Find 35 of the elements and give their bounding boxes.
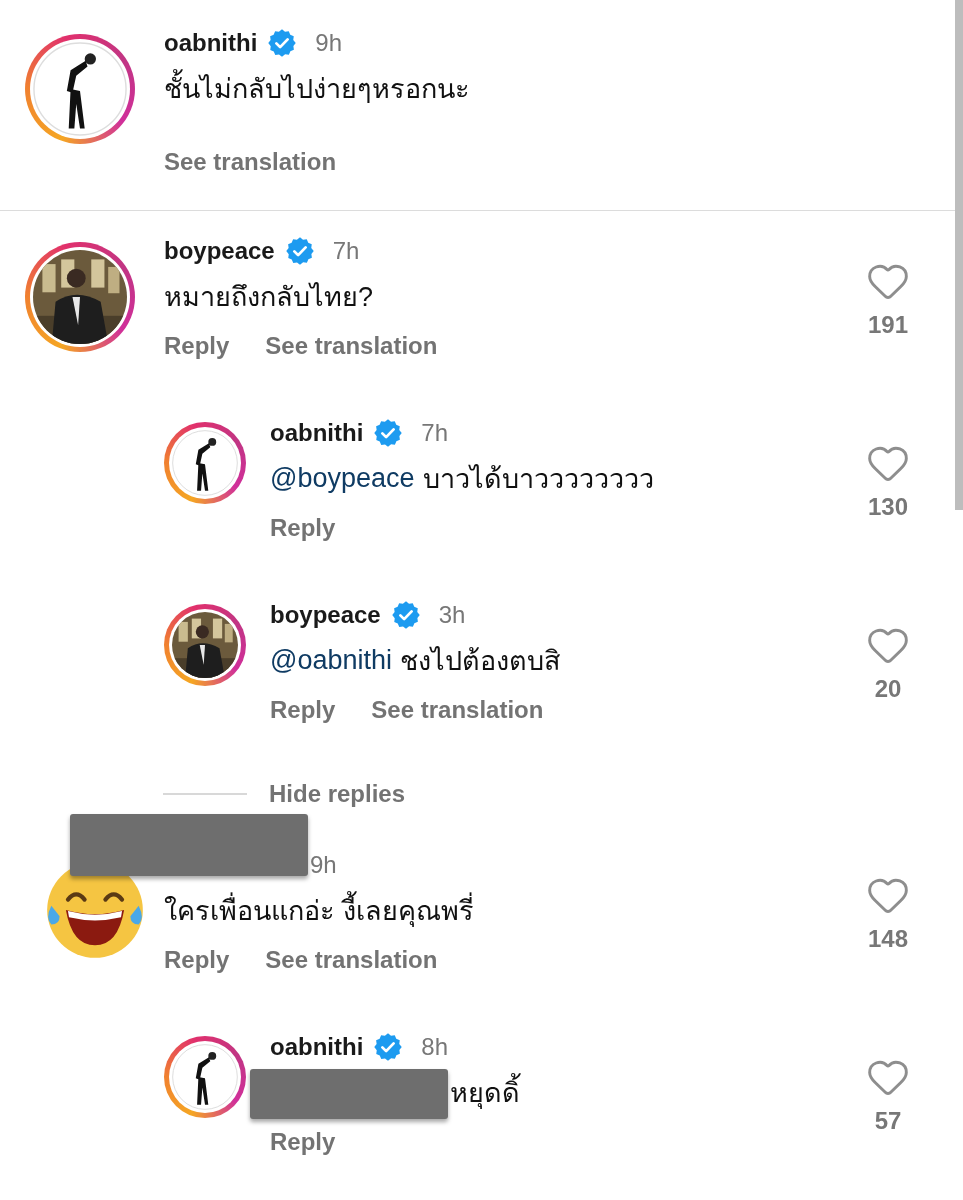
- username[interactable]: boypeace: [270, 601, 381, 629]
- see-translation-link[interactable]: See translation: [164, 148, 337, 176]
- reply-link[interactable]: Reply: [270, 1128, 336, 1156]
- comment-time: 9h: [315, 29, 343, 57]
- comment-time: 9h: [310, 851, 337, 879]
- username[interactable]: boypeace: [164, 237, 275, 265]
- comment-text: หยุดดิ้: [450, 1070, 520, 1114]
- like-count: 148: [867, 925, 908, 953]
- username[interactable]: oabnithi: [270, 419, 364, 447]
- reply-link[interactable]: Reply: [270, 696, 336, 724]
- see-translation-link[interactable]: See translation: [265, 332, 438, 360]
- see-translation-link[interactable]: See translation: [371, 696, 544, 724]
- comment-text: ชงไปต้องตบสิ: [400, 644, 560, 678]
- hide-replies-button[interactable]: Hide replies: [269, 780, 406, 808]
- reply-link[interactable]: Reply: [270, 514, 336, 542]
- comment-time: 3h: [438, 601, 466, 629]
- like-count: 130: [867, 493, 908, 521]
- username[interactable]: oabnithi: [270, 1033, 364, 1061]
- comment-time: 7h: [332, 237, 360, 265]
- see-translation-link[interactable]: See translation: [265, 946, 438, 974]
- like-count: 191: [867, 311, 908, 339]
- reply-link[interactable]: Reply: [164, 946, 230, 974]
- mention-link[interactable]: @boypeace: [270, 462, 415, 494]
- username[interactable]: oabnithi: [164, 29, 258, 57]
- comment-text: ใครเพื่อนแกอ่ะ งี้เลยคุณพรี่: [164, 888, 474, 932]
- comment-text: ชั้นไม่กลับไปง่ายๆหรอกนะ: [164, 66, 470, 110]
- comment-time: 8h: [421, 1033, 449, 1061]
- like-count: 57: [874, 1107, 902, 1135]
- scrollbar-thumb[interactable]: [955, 0, 963, 510]
- comment-text: บาวได้บาวววววววว: [422, 462, 654, 496]
- like-count: 20: [874, 675, 902, 703]
- mention-link[interactable]: @oabnithi: [270, 644, 392, 676]
- comment-text: หมายถึงกลับไทย?: [164, 280, 374, 314]
- comment-time: 7h: [421, 419, 449, 447]
- reply-link[interactable]: Reply: [164, 332, 230, 360]
